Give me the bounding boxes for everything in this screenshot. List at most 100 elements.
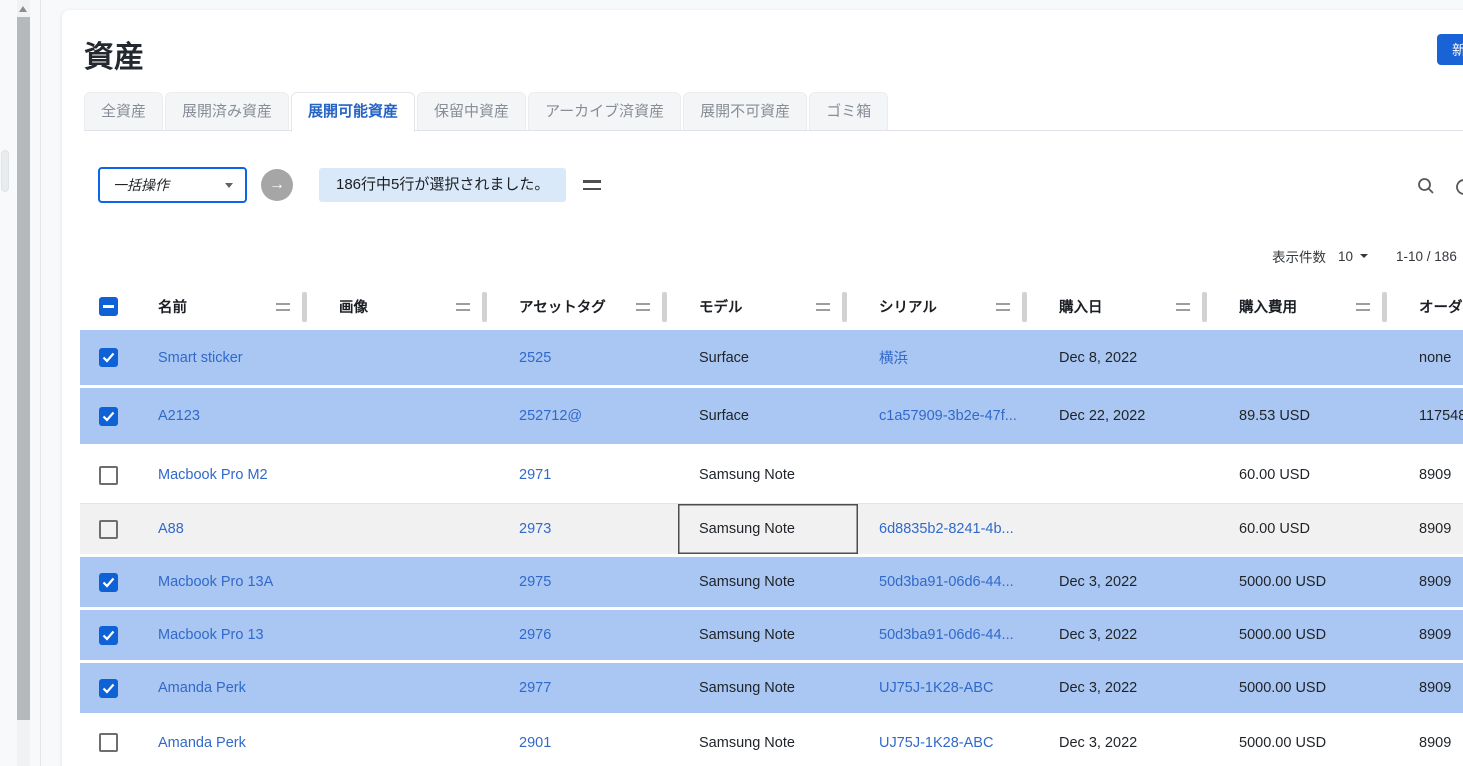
column-sort-icon[interactable] <box>636 303 650 311</box>
tab-展開済み資産[interactable]: 展開済み資産 <box>165 92 289 130</box>
select-all-checkbox[interactable] <box>99 297 118 316</box>
table-row[interactable]: Smart sticker2525Surface横浜Dec 8, 2022non… <box>80 330 1463 388</box>
serial-link[interactable]: UJ75J-1K28-ABC <box>879 680 993 696</box>
table-row[interactable]: Amanda Perk2977Samsung NoteUJ75J-1K28-AB… <box>80 663 1463 716</box>
row-checkbox[interactable] <box>99 407 118 426</box>
column-sort-icon[interactable] <box>276 303 290 311</box>
row-checkbox[interactable] <box>99 573 118 592</box>
vertical-scrollbar-thumb[interactable] <box>17 17 30 720</box>
tag-link[interactable]: 2971 <box>519 467 551 483</box>
search-icon[interactable] <box>1417 177 1435 200</box>
name-link[interactable]: A88 <box>158 521 184 537</box>
tab-アーカイブ済資産[interactable]: アーカイブ済資産 <box>528 92 681 130</box>
name-link[interactable]: Macbook Pro M2 <box>158 467 268 483</box>
row-checkbox[interactable] <box>99 466 118 485</box>
cell-tag[interactable]: 2976 <box>498 610 678 660</box>
scrollbar-up-arrow-icon[interactable] <box>19 6 27 12</box>
column-header-name[interactable]: 名前 <box>137 283 318 330</box>
column-header-purchase_date[interactable]: 購入日 <box>1038 283 1218 330</box>
page-size-dropdown[interactable]: 10 <box>1338 249 1368 264</box>
cell-tag[interactable]: 2975 <box>498 557 678 607</box>
column-resize-handle[interactable] <box>662 292 667 322</box>
column-header-tag[interactable]: アセットタグ <box>498 283 678 330</box>
cell-serial[interactable]: 50d3ba91-06d6-44... <box>858 610 1038 660</box>
table-row[interactable]: Macbook Pro 13A2975Samsung Note50d3ba91-… <box>80 557 1463 610</box>
cell-name[interactable]: A88 <box>137 504 318 554</box>
column-header-model[interactable]: モデル <box>678 283 858 330</box>
cell-name[interactable]: Amanda Perk <box>137 716 318 766</box>
column-sort-icon[interactable] <box>996 303 1010 311</box>
table-row[interactable]: Macbook Pro M22971Samsung Note60.00 USD8… <box>80 447 1463 504</box>
side-panel-handle[interactable] <box>1 150 9 192</box>
tab-展開不可資産[interactable]: 展開不可資産 <box>683 92 807 130</box>
cell-name[interactable]: Macbook Pro 13 <box>137 610 318 660</box>
table-row[interactable]: Macbook Pro 132976Samsung Note50d3ba91-0… <box>80 610 1463 663</box>
column-sort-icon[interactable] <box>456 303 470 311</box>
name-link[interactable]: Macbook Pro 13 <box>158 627 264 643</box>
cell-serial[interactable]: UJ75J-1K28-ABC <box>858 663 1038 713</box>
column-resize-handle[interactable] <box>302 292 307 322</box>
column-header-order[interactable]: オーダー <box>1398 283 1463 330</box>
cell-name[interactable]: Smart sticker <box>137 330 318 385</box>
new-asset-button[interactable]: 新規 <box>1437 34 1463 65</box>
table-row[interactable]: A2123252712@Surfacec1a57909-3b2e-47f...D… <box>80 388 1463 447</box>
cell-name[interactable]: A2123 <box>137 388 318 444</box>
tab-ゴミ箱[interactable]: ゴミ箱 <box>809 92 888 130</box>
cell-tag[interactable]: 2971 <box>498 447 678 503</box>
cell-tag[interactable]: 252712@ <box>498 388 678 444</box>
row-checkbox[interactable] <box>99 626 118 645</box>
row-checkbox[interactable] <box>99 679 118 698</box>
row-checkbox[interactable] <box>99 348 118 367</box>
cell-tag[interactable]: 2977 <box>498 663 678 713</box>
tag-link[interactable]: 2975 <box>519 574 551 590</box>
tab-全資産[interactable]: 全資産 <box>84 92 163 130</box>
refresh-icon[interactable] <box>1453 176 1463 203</box>
cell-name[interactable]: Macbook Pro 13A <box>137 557 318 607</box>
table-row[interactable]: A882973Samsung Note6d8835b2-8241-4b...60… <box>80 504 1463 557</box>
tab-保留中資産[interactable]: 保留中資産 <box>417 92 526 130</box>
column-header-purchase_cost[interactable]: 購入費用 <box>1218 283 1398 330</box>
cell-name[interactable]: Macbook Pro M2 <box>137 447 318 503</box>
cell-serial[interactable]: 50d3ba91-06d6-44... <box>858 557 1038 607</box>
serial-link[interactable]: 50d3ba91-06d6-44... <box>879 574 1014 590</box>
name-link[interactable]: Smart sticker <box>158 350 243 366</box>
cell-name[interactable]: Amanda Perk <box>137 663 318 713</box>
serial-link[interactable]: 横浜 <box>879 347 908 368</box>
column-resize-handle[interactable] <box>1202 292 1207 322</box>
column-resize-handle[interactable] <box>842 292 847 322</box>
row-checkbox[interactable] <box>99 733 118 752</box>
cell-serial[interactable]: c1a57909-3b2e-47f... <box>858 388 1038 444</box>
table-row[interactable]: Amanda Perk2901Samsung NoteUJ75J-1K28-AB… <box>80 716 1463 766</box>
tab-展開可能資産[interactable]: 展開可能資産 <box>291 92 415 132</box>
menu-lines-icon[interactable] <box>583 180 601 190</box>
column-sort-icon[interactable] <box>1356 303 1370 311</box>
column-resize-handle[interactable] <box>1382 292 1387 322</box>
serial-link[interactable]: 6d8835b2-8241-4b... <box>879 521 1014 537</box>
tag-link[interactable]: 2901 <box>519 735 551 751</box>
column-sort-icon[interactable] <box>1176 303 1190 311</box>
serial-link[interactable]: c1a57909-3b2e-47f... <box>879 408 1017 424</box>
cell-tag[interactable]: 2525 <box>498 330 678 385</box>
cell-tag[interactable]: 2973 <box>498 504 678 554</box>
tag-link[interactable]: 2973 <box>519 521 551 537</box>
cell-serial[interactable]: 横浜 <box>858 330 1038 385</box>
tag-link[interactable]: 2525 <box>519 350 551 366</box>
name-link[interactable]: Macbook Pro 13A <box>158 574 273 590</box>
column-resize-handle[interactable] <box>1022 292 1027 322</box>
tag-link[interactable]: 252712@ <box>519 408 582 424</box>
name-link[interactable]: Amanda Perk <box>158 735 246 751</box>
tag-link[interactable]: 2977 <box>519 680 551 696</box>
column-resize-handle[interactable] <box>482 292 487 322</box>
cell-tag[interactable]: 2901 <box>498 716 678 766</box>
name-link[interactable]: Amanda Perk <box>158 680 246 696</box>
name-link[interactable]: A2123 <box>158 408 200 424</box>
bulk-action-go-button[interactable]: → <box>261 169 293 201</box>
row-checkbox[interactable] <box>99 520 118 539</box>
cell-serial[interactable]: 6d8835b2-8241-4b... <box>858 504 1038 554</box>
tag-link[interactable]: 2976 <box>519 627 551 643</box>
cell-serial[interactable]: UJ75J-1K28-ABC <box>858 716 1038 766</box>
column-header-image[interactable]: 画像 <box>318 283 498 330</box>
bulk-action-select[interactable]: 一括操作 <box>98 167 247 203</box>
column-sort-icon[interactable] <box>816 303 830 311</box>
column-header-serial[interactable]: シリアル <box>858 283 1038 330</box>
